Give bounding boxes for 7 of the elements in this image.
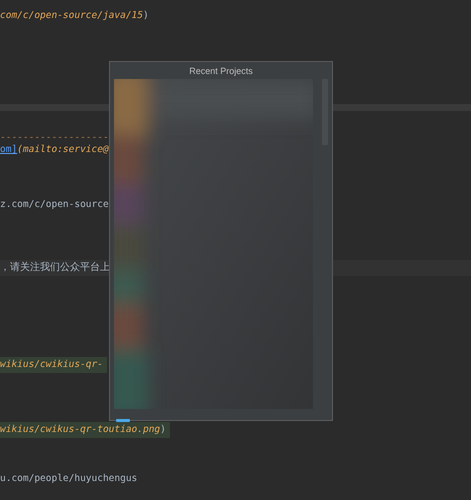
- code-line: om](mailto:service@: [0, 143, 110, 157]
- code-line: z.com/c/open-source: [0, 198, 110, 212]
- tab-indicator: [116, 419, 130, 422]
- code-line: -------------------: [0, 131, 110, 144]
- popup-title: Recent Projects: [188, 65, 254, 78]
- code-line: com/c/open-source/java/15): [0, 9, 150, 23]
- code-line: u.com/people/huyuchengus: [0, 472, 138, 486]
